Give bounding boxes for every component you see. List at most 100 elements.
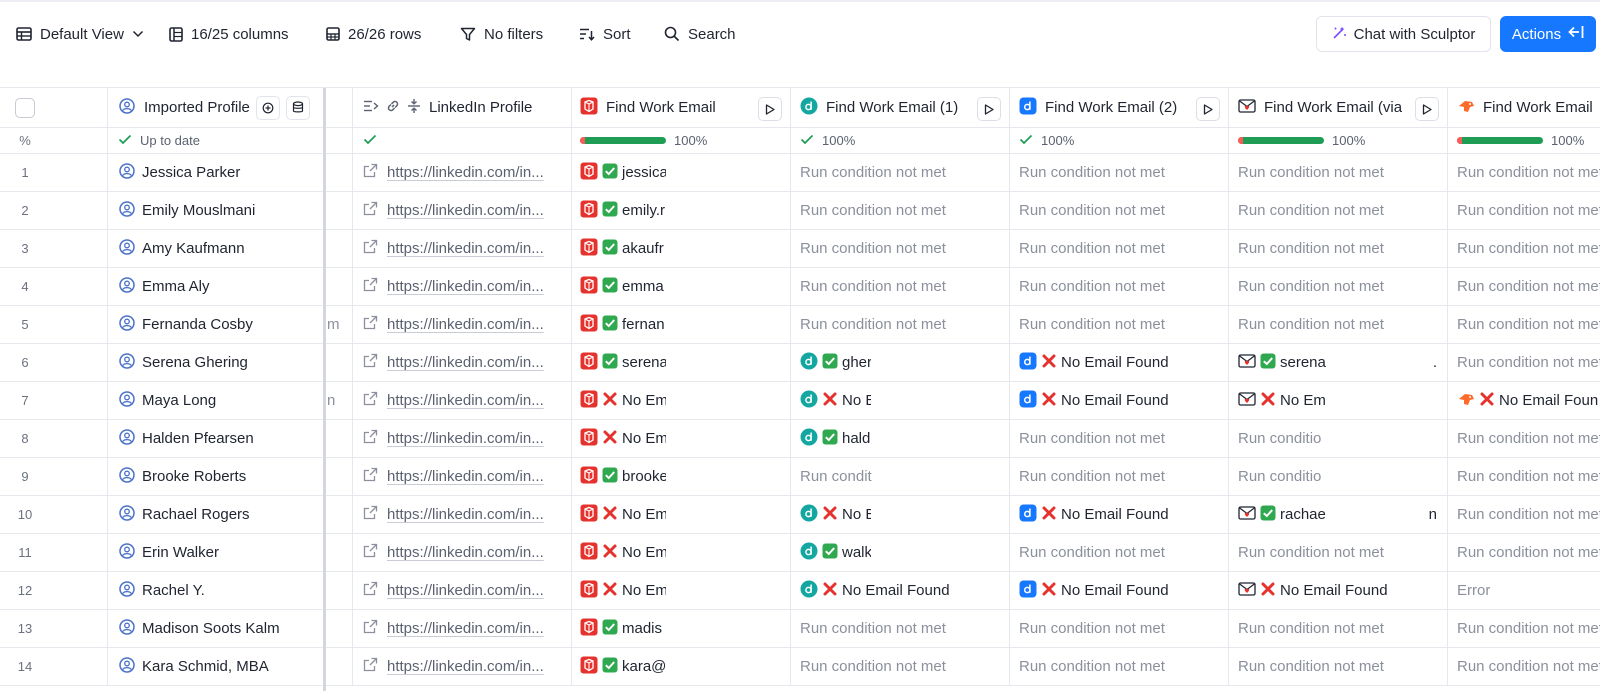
- table-row[interactable]: 10 Rachael Rogers https://linkedin.com/in.…: [0, 496, 1600, 534]
- hidden-column-cell[interactable]: [325, 268, 353, 306]
- email-result-cell[interactable]: halde: [791, 420, 1010, 458]
- email-result-cell[interactable]: No Er: [791, 496, 1010, 534]
- imported-profile-cell[interactable]: Rachael Rogers: [108, 496, 325, 534]
- email-result-cell[interactable]: Run condition not met: [791, 230, 1010, 268]
- email-result-cell[interactable]: Run condition not met: [1010, 420, 1229, 458]
- email-result-cell[interactable]: akaufr: [572, 230, 791, 268]
- email-result-cell[interactable]: Run condition not met: [1448, 458, 1600, 496]
- linkedin-url-link[interactable]: https://linkedin.com/in...: [387, 544, 544, 561]
- row-number-cell[interactable]: 9: [0, 458, 108, 496]
- linkedin-url-link[interactable]: https://linkedin.com/in...: [387, 316, 544, 333]
- linkedin-profile-cell[interactable]: https://linkedin.com/in...: [353, 420, 572, 458]
- external-link-icon[interactable]: [363, 163, 378, 182]
- email-result-cell[interactable]: brooke: [572, 458, 791, 496]
- email-result-cell[interactable]: No Email Found: [1229, 572, 1448, 610]
- linkedin-profile-cell[interactable]: https://linkedin.com/in...: [353, 382, 572, 420]
- email-result-cell[interactable]: Run condition not met: [1010, 306, 1229, 344]
- row-number-cell[interactable]: 14: [0, 648, 108, 686]
- external-link-icon[interactable]: [363, 543, 378, 562]
- imported-profile-cell[interactable]: Erin Walker: [108, 534, 325, 572]
- row-number-cell[interactable]: 11: [0, 534, 108, 572]
- imported-profile-cell[interactable]: Halden Pfearsen: [108, 420, 325, 458]
- imported-profile-cell[interactable]: Serena Ghering: [108, 344, 325, 382]
- table-row[interactable]: 11 Erin Walker https://linkedin.com/in... N…: [0, 534, 1600, 572]
- external-link-icon[interactable]: [363, 657, 378, 676]
- actions-button[interactable]: Actions: [1500, 16, 1596, 52]
- table-row[interactable]: 1 Jessica Parker https://linkedin.com/in..…: [0, 154, 1600, 192]
- external-link-icon[interactable]: [363, 201, 378, 220]
- email-result-cell[interactable]: Run condition not met: [1010, 192, 1229, 230]
- row-number-cell[interactable]: 13: [0, 610, 108, 648]
- hidden-column-cell[interactable]: [325, 572, 353, 610]
- row-number-cell[interactable]: 5: [0, 306, 108, 344]
- row-number-cell[interactable]: 4: [0, 268, 108, 306]
- table-row[interactable]: 13 Madison Soots Kalm https://linkedin.com…: [0, 610, 1600, 648]
- email-result-cell[interactable]: Run conditio: [1229, 420, 1448, 458]
- row-number-cell[interactable]: 10: [0, 496, 108, 534]
- hidden-column-cell[interactable]: n: [325, 382, 353, 420]
- column-header-find-work-email-via[interactable]: Find Work Email (via: [1229, 88, 1448, 128]
- frozen-column-divider[interactable]: [323, 88, 326, 691]
- imported-profile-cell[interactable]: Kara Schmid, MBA: [108, 648, 325, 686]
- linkedin-url-link[interactable]: https://linkedin.com/in...: [387, 164, 544, 181]
- linkedin-profile-cell[interactable]: https://linkedin.com/in...: [353, 344, 572, 382]
- sort-button[interactable]: Sort: [579, 22, 631, 46]
- filters-button[interactable]: No filters: [460, 22, 543, 46]
- email-result-cell[interactable]: Run condition not met: [1448, 268, 1600, 306]
- email-result-cell[interactable]: No Email Found: [1010, 496, 1229, 534]
- hidden-column-cell[interactable]: [325, 610, 353, 648]
- email-result-cell[interactable]: Run condition not met: [1448, 344, 1600, 382]
- email-result-cell[interactable]: rachae n: [1229, 496, 1448, 534]
- hidden-column-cell[interactable]: [325, 344, 353, 382]
- hidden-column-cell[interactable]: [325, 192, 353, 230]
- table-row[interactable]: 4 Emma Aly https://linkedin.com/in... emma R…: [0, 268, 1600, 306]
- email-result-cell[interactable]: Run condition not met: [791, 648, 1010, 686]
- linkedin-url-link[interactable]: https://linkedin.com/in...: [387, 278, 544, 295]
- external-link-icon[interactable]: [363, 467, 378, 486]
- linkedin-url-link[interactable]: https://linkedin.com/in...: [387, 582, 544, 599]
- table-row[interactable]: 9 Brooke Roberts https://linkedin.com/in..…: [0, 458, 1600, 496]
- table-row[interactable]: 5 Fernanda Cosby m https://linkedin.com/in.…: [0, 306, 1600, 344]
- imported-profile-cell[interactable]: Madison Soots Kalm: [108, 610, 325, 648]
- imported-profile-cell[interactable]: Amy Kaufmann: [108, 230, 325, 268]
- email-result-cell[interactable]: No Em: [1229, 382, 1448, 420]
- email-result-cell[interactable]: walke: [791, 534, 1010, 572]
- email-result-cell[interactable]: No Email Found: [1010, 572, 1229, 610]
- linkedin-profile-cell[interactable]: https://linkedin.com/in...: [353, 458, 572, 496]
- row-number-cell[interactable]: 1: [0, 154, 108, 192]
- chat-with-sculptor-button[interactable]: Chat with Sculptor: [1316, 16, 1491, 52]
- run-column-button[interactable]: [977, 97, 1001, 121]
- table-row[interactable]: 3 Amy Kaufmann https://linkedin.com/in... a…: [0, 230, 1600, 268]
- email-result-cell[interactable]: Run condition not met: [1229, 268, 1448, 306]
- email-result-cell[interactable]: Run condition not met: [1229, 192, 1448, 230]
- run-column-button[interactable]: [758, 97, 782, 121]
- linkedin-url-link[interactable]: https://linkedin.com/in...: [387, 392, 544, 409]
- row-number-cell[interactable]: 3: [0, 230, 108, 268]
- email-result-cell[interactable]: No Em: [572, 534, 791, 572]
- linkedin-profile-cell[interactable]: https://linkedin.com/in...: [353, 496, 572, 534]
- imported-profile-cell[interactable]: Fernanda Cosby: [108, 306, 325, 344]
- email-result-cell[interactable]: Run condition not met: [1229, 154, 1448, 192]
- email-result-cell[interactable]: Run condition not met: [1010, 230, 1229, 268]
- linkedin-profile-cell[interactable]: https://linkedin.com/in...: [353, 648, 572, 686]
- linkedin-profile-cell[interactable]: https://linkedin.com/in...: [353, 230, 572, 268]
- email-result-cell[interactable]: Run condit: [791, 458, 1010, 496]
- external-link-icon[interactable]: [363, 619, 378, 638]
- linkedin-profile-cell[interactable]: https://linkedin.com/in...: [353, 154, 572, 192]
- column-header-find-work-email[interactable]: Find Work Email: [572, 88, 791, 128]
- table-row[interactable]: 12 Rachel Y. https://linkedin.com/in... No …: [0, 572, 1600, 610]
- email-result-cell[interactable]: Run condition not met: [791, 268, 1010, 306]
- linkedin-profile-cell[interactable]: https://linkedin.com/in...: [353, 192, 572, 230]
- linkedin-profile-cell[interactable]: https://linkedin.com/in...: [353, 572, 572, 610]
- table-row[interactable]: 14 Kara Schmid, MBA https://linkedin.com/i…: [0, 648, 1600, 686]
- external-link-icon[interactable]: [363, 353, 378, 372]
- column-header-linkedin-profile[interactable]: LinkedIn Profile: [353, 88, 572, 128]
- email-result-cell[interactable]: Run condition not met: [1448, 610, 1600, 648]
- row-number-cell[interactable]: 7: [0, 382, 108, 420]
- column-header-find-work-email-last[interactable]: Find Work Email: [1448, 88, 1600, 128]
- email-result-cell[interactable]: Run condition not met: [1229, 230, 1448, 268]
- email-result-cell[interactable]: Run condition not met: [791, 192, 1010, 230]
- email-result-cell[interactable]: Run condition not met: [1448, 154, 1600, 192]
- run-column-button[interactable]: [1415, 97, 1439, 121]
- linkedin-profile-cell[interactable]: https://linkedin.com/in...: [353, 610, 572, 648]
